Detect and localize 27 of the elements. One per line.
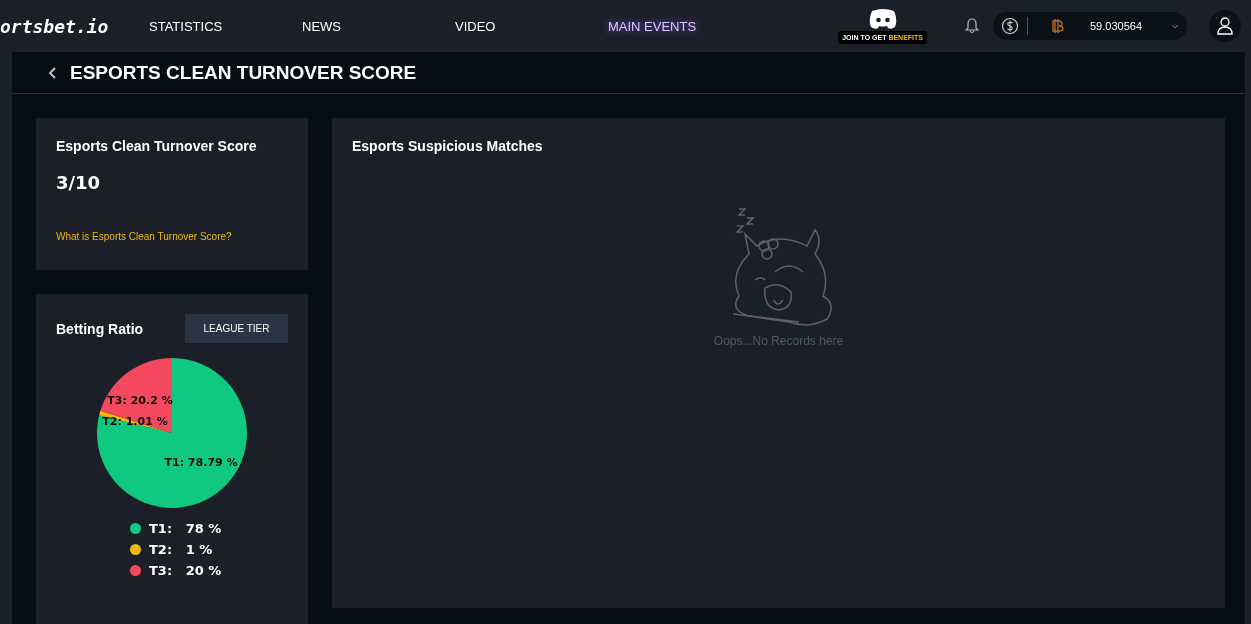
user-icon bbox=[1217, 17, 1233, 35]
profile-button[interactable] bbox=[1209, 10, 1241, 42]
balance-amount: 59.030564 bbox=[1090, 20, 1142, 32]
slice-label: T2: 1.01 % bbox=[102, 415, 168, 428]
bitcoin-icon bbox=[1050, 18, 1064, 34]
nav-link[interactable]: MAIN EVENTS bbox=[608, 18, 697, 34]
bell-icon[interactable] bbox=[965, 18, 979, 34]
dollar-coin-icon[interactable] bbox=[1001, 17, 1019, 35]
empty-state-text: Oops...No Records here bbox=[713, 334, 844, 348]
logo[interactable]: ortsbet.io bbox=[0, 15, 149, 37]
chat-bubble-icon[interactable] bbox=[867, 8, 898, 30]
chevron-down-icon[interactable] bbox=[1171, 23, 1179, 29]
legend-label: T2: 1 % bbox=[149, 542, 213, 557]
page-title: ESPORTS CLEAN TURNOVER SCORE bbox=[70, 61, 417, 84]
card-title: Esports Suspicious Matches bbox=[352, 138, 544, 154]
nav-link[interactable]: STATISTICS bbox=[149, 18, 302, 34]
slice-label: T1: 78.79 % bbox=[164, 456, 238, 469]
card-title: Esports Clean Turnover Score bbox=[56, 138, 258, 154]
legend-label: T3: 20 % bbox=[149, 563, 222, 578]
league-tier-button[interactable]: LEAGUE TIER bbox=[185, 314, 288, 343]
score-value: 3/10 bbox=[56, 172, 102, 193]
nav-link[interactable]: NEWS bbox=[302, 18, 455, 34]
divider-line-icon bbox=[1027, 17, 1028, 35]
info-link[interactable]: What is Esports Clean Turnover Score? bbox=[56, 231, 288, 242]
nav-link[interactable]: VIDEO bbox=[455, 18, 608, 34]
card-title: Betting Ratio bbox=[56, 320, 144, 337]
legend-label: T1: 78 % bbox=[149, 521, 222, 536]
